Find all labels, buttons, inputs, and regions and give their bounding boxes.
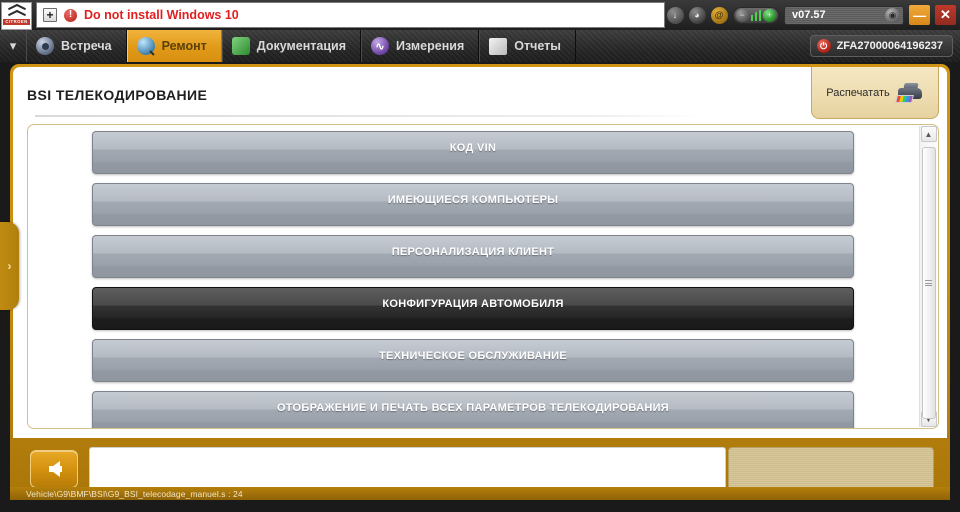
back-button[interactable]	[30, 450, 78, 488]
signal-bars-icon	[750, 9, 761, 21]
tab-label: Документация	[256, 39, 347, 53]
main-tab-bar: ▾ Встреча Ремонт Документация ∿ Измерени…	[0, 30, 960, 62]
citroen-logo: CITROEN	[1, 1, 32, 30]
at-sign-icon[interactable]: @	[710, 6, 728, 24]
options-list: КОД VIN ИМЕЮЩИЕСЯ КОМПЬЮТЕРЫ ПЕРСОНАЛИЗА…	[28, 125, 918, 428]
tab-label: Встреча	[61, 39, 112, 53]
menu-item-available-computers[interactable]: ИМЕЮЩИЕСЯ КОМПЬЮТЕРЫ	[92, 183, 854, 226]
scrollbar-thumb[interactable]	[921, 147, 936, 419]
report-icon	[489, 37, 508, 55]
title-divider	[35, 115, 700, 117]
toolbar-icons: ↓ ◕ @ − + v07.57 ◉ — ✕	[666, 5, 960, 25]
droplet-icon[interactable]: ◕	[688, 6, 706, 24]
notification-bar: CITROEN + ! Do not install Windows 10 ↓ …	[0, 0, 960, 30]
notification-message-area: + ! Do not install Windows 10	[36, 2, 665, 28]
brand-wordmark: CITROEN	[3, 19, 30, 25]
download-icon[interactable]: ↓	[666, 6, 684, 24]
menu-item-display-print-all[interactable]: ОТОБРАЖЕНИЕ И ПЕЧАТЬ ВСЕХ ПАРАМЕТРОВ ТЕЛ…	[92, 391, 854, 428]
close-button[interactable]: ✕	[935, 5, 956, 25]
print-button[interactable]: Распечатать	[811, 67, 939, 119]
menu-item-maintenance[interactable]: ТЕХНИЧЕСКОЕ ОБСЛУЖИВАНИЕ	[92, 339, 854, 382]
menu-item-vehicle-configuration[interactable]: КОНФИГУРАЦИЯ АВТОМОБИЛЯ	[92, 287, 854, 330]
content-frame: BSI ТЕЛЕКОДИРОВАНИЕ Распечатать КОД VIN …	[10, 64, 950, 500]
version-label: v07.57	[792, 9, 826, 21]
grip-icon	[925, 278, 932, 287]
waveform-icon: ∿	[371, 37, 390, 55]
scrollbar-track[interactable]	[921, 143, 936, 419]
vertical-scrollbar[interactable]: ▲ ▼	[919, 126, 937, 427]
menu-item-client-personalization[interactable]: ПЕРСОНАЛИЗАЦИЯ КЛИЕНТ	[92, 235, 854, 278]
left-drawer-toggle[interactable]: ›	[0, 222, 19, 310]
chevron-down-icon[interactable]: ▾	[0, 30, 26, 62]
scroll-up-button[interactable]: ▲	[920, 126, 937, 142]
plus-box-icon[interactable]: +	[43, 8, 57, 22]
version-indicator: v07.57 ◉	[784, 5, 904, 25]
tab-label: Ремонт	[161, 39, 207, 53]
menu-item-kod-vin[interactable]: КОД VIN	[92, 131, 854, 174]
vin-value: ZFA27000064196237	[836, 40, 943, 52]
connection-status-widget[interactable]: − +	[732, 6, 779, 24]
message-field[interactable]	[89, 447, 726, 491]
tab-vstrecha[interactable]: Встреча	[26, 30, 127, 62]
tab-label: Измерения	[396, 39, 465, 53]
status-bar: Vehicle\G9\BMF\BSI\G9_BSI_telecodage_man…	[10, 487, 950, 500]
tab-remont[interactable]: Ремонт	[126, 30, 222, 62]
plus-icon[interactable]: +	[763, 8, 776, 22]
power-icon[interactable]: ⏻	[816, 39, 831, 53]
print-label: Распечатать	[826, 86, 890, 99]
minus-icon[interactable]: −	[735, 8, 749, 22]
tab-izmereniya[interactable]: ∿ Измерения	[361, 30, 480, 62]
side-info-panel	[728, 447, 934, 491]
notification-message: Do not install Windows 10	[84, 8, 239, 22]
chevron-mark-icon	[8, 12, 26, 16]
magnifier-icon	[136, 37, 155, 55]
tab-dokumentaciya[interactable]: Документация	[221, 30, 362, 62]
meeting-icon	[36, 37, 54, 55]
tab-label: Отчеты	[514, 39, 561, 53]
content-card: BSI ТЕЛЕКОДИРОВАНИЕ Распечатать КОД VIN …	[13, 67, 947, 438]
minimize-button[interactable]: —	[909, 5, 930, 25]
book-icon	[231, 37, 250, 55]
vin-area: ⏻ ZFA27000064196237	[809, 30, 960, 62]
printer-icon	[894, 82, 924, 104]
status-path: Vehicle\G9\BMF\BSI\G9_BSI_telecodage_man…	[26, 488, 243, 499]
options-list-panel: КОД VIN ИМЕЮЩИЕСЯ КОМПЬЮТЕРЫ ПЕРСОНАЛИЗА…	[27, 124, 939, 429]
tab-otchety[interactable]: Отчеты	[479, 30, 576, 62]
vin-badge[interactable]: ⏻ ZFA27000064196237	[809, 35, 953, 57]
dial-knob-icon[interactable]: ◉	[885, 7, 900, 23]
warning-circle-icon: !	[64, 8, 77, 22]
back-arrow-icon	[48, 461, 62, 477]
page-title: BSI ТЕЛЕКОДИРОВАНИЕ	[27, 87, 208, 103]
